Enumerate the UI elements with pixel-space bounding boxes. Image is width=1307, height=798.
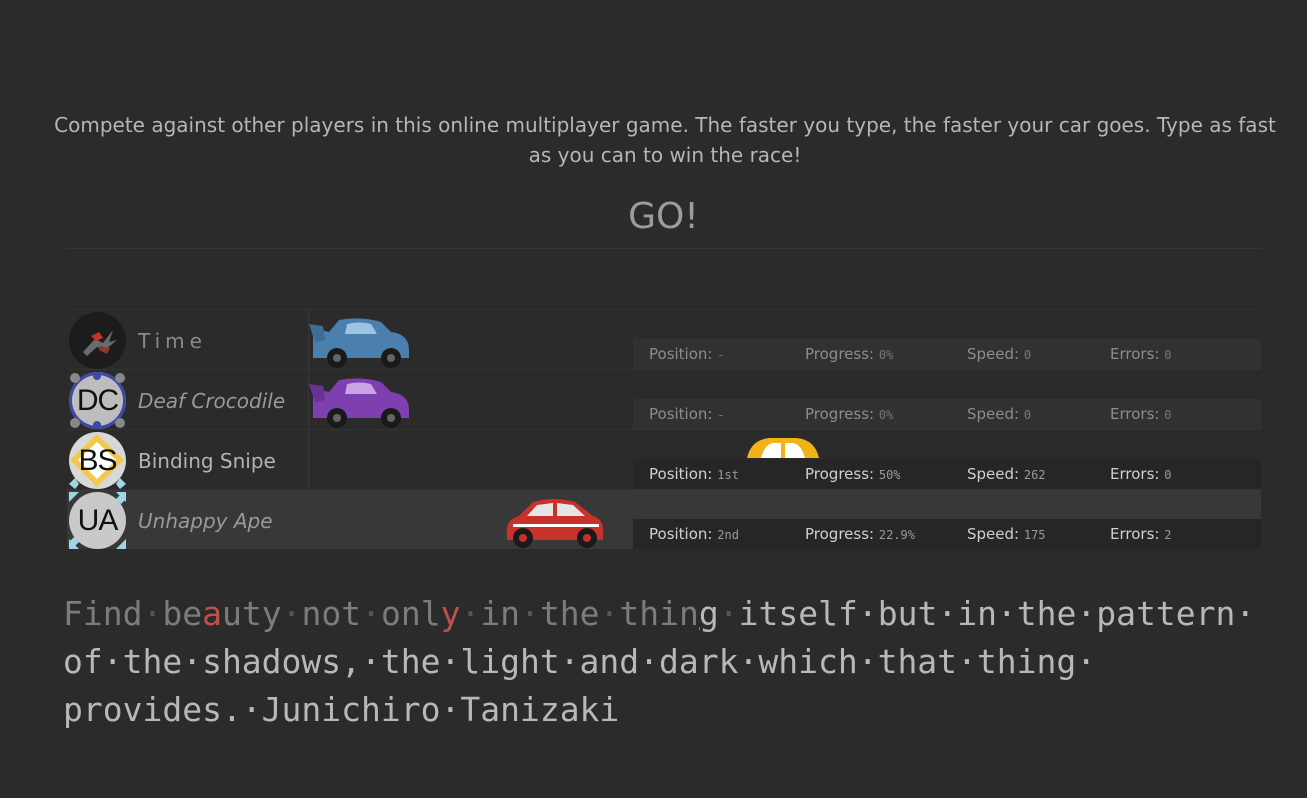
progress-stat: Progress: 0% [805,405,894,423]
position-stat: Position: - [649,345,725,363]
avatar-initials: UA [77,503,119,537]
position-stat: Position: 2nd [649,525,739,543]
race-status: GO! [628,196,699,237]
errors-stat: Errors: 0 [1110,345,1172,363]
position-stat: Position: - [649,405,725,423]
lane-binding-snipe: BS Binding Snipe Position: 1st Progress:… [67,429,1261,490]
car [747,438,819,458]
progress-stat: Progress: 22.9% [805,525,915,543]
position-stat: Position: 1st [649,465,739,483]
errors-stat: Errors: 0 [1110,465,1172,483]
lane-deaf-crocodile: DC Deaf Crocodile Position: - Progress: … [67,369,1261,430]
avatar-initials: DC [76,383,119,417]
divider [67,248,1261,249]
player-info: DC Deaf Crocodile [67,370,309,430]
passage-line-3: provides.·Junichiro·Tanizaki [63,690,620,729]
player-stats: Position: - Progress: 0% Speed: 0 Errors… [633,399,1261,429]
car [506,499,604,548]
pattern-avatar: BS [69,432,126,489]
car [309,318,409,368]
player-name: Binding Snipe [138,449,276,473]
progress-stat: Progress: 0% [805,345,894,363]
cursor-character: g [698,594,719,633]
dragon-icon [69,312,126,369]
errors-stat: Errors: 2 [1110,525,1172,543]
pattern-avatar: DC [69,372,126,429]
errors-stat: Errors: 0 [1110,405,1172,423]
player-stats: Position: 1st Progress: 50% Speed: 262 E… [633,459,1261,489]
progress-stat: Progress: 50% [805,465,901,483]
race-track: Time Position: - Progress: 0% Speed: 0 E… [67,309,1261,550]
avatar-initials: BS [78,443,117,477]
player-name: Time [138,329,207,353]
intro-text: Compete against other players in this on… [54,113,1276,167]
player-stats: Position: - Progress: 0% Speed: 0 Errors… [633,339,1261,369]
player-info: Time [67,310,309,370]
speed-stat: Speed: 262 [967,465,1046,483]
player-name: Deaf Crocodile [138,389,286,413]
player-name: Unhappy Ape [138,509,273,533]
passage-line-1: Find·beauty·not·only·in·the·thing·itself… [63,594,1256,633]
lane-time: Time Position: - Progress: 0% Speed: 0 E… [67,309,1261,370]
speed-stat: Speed: 175 [967,525,1046,543]
pattern-avatar: UA [69,492,126,549]
lane-unhappy-ape: UA Unhappy Ape Position: 2nd Progress: 2… [67,489,1261,550]
player-info: UA Unhappy Ape [67,490,309,550]
typing-passage[interactable]: Find·beauty·not·only·in·the·thing·itself… [63,590,1263,734]
speed-stat: Speed: 0 [967,405,1032,423]
player-stats: Position: 2nd Progress: 22.9% Speed: 175… [633,519,1261,549]
player-info: BS Binding Snipe [67,430,309,490]
speed-stat: Speed: 0 [967,345,1032,363]
passage-line-2: of·the·shadows,·the·light·and·dark·which… [63,642,1097,681]
car [309,378,409,428]
